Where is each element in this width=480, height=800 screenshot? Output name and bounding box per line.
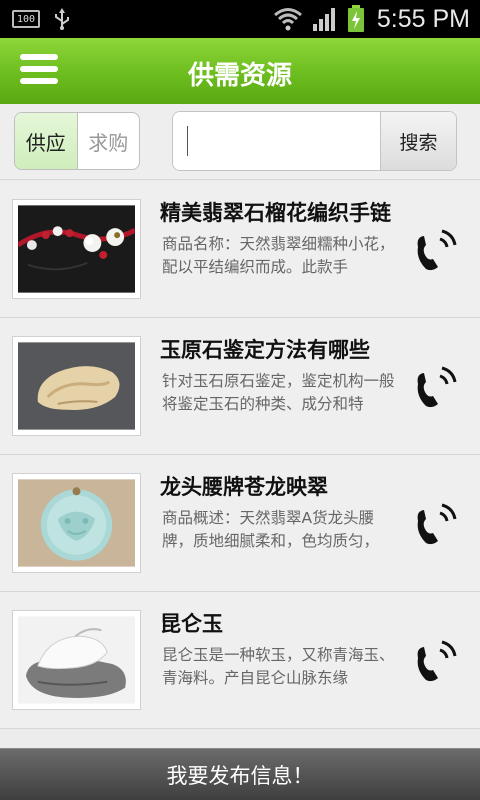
battery-charging-icon xyxy=(347,5,364,32)
phone-call-icon[interactable] xyxy=(410,499,462,547)
search-button[interactable]: 搜索 xyxy=(380,112,456,170)
item-thumbnail xyxy=(12,199,141,299)
phone-call-icon[interactable] xyxy=(410,636,462,684)
publish-info-button[interactable]: 我要发布信息！ xyxy=(0,748,480,800)
item-description: 商品名称：天然翡翠细糯种小花，配以平结编织而成。此款手 xyxy=(162,235,395,276)
list-item[interactable]: 龙头腰牌苍龙映翠 商品概述：天然翡翠A货龙头腰牌，质地细腻柔和，色均质匀， xyxy=(0,455,480,592)
item-title: 昆仑玉 xyxy=(160,612,223,636)
status-bar: 100 5:55 PM xyxy=(0,0,480,38)
jade-pendant-image xyxy=(18,479,135,567)
filter-row: 供应 求购 搜索 xyxy=(0,104,480,180)
search-input[interactable] xyxy=(173,112,381,170)
clock-time: 5:55 PM xyxy=(376,4,470,33)
tab-supply[interactable]: 供应 xyxy=(15,113,78,169)
kunlun-jade-image xyxy=(18,616,135,704)
item-thumbnail xyxy=(12,610,141,710)
app-header: 供需资源 xyxy=(0,38,480,104)
publish-info-label: 我要发布信息！ xyxy=(166,763,314,788)
wifi-icon xyxy=(273,8,302,31)
item-description: 昆仑玉是一种软玉，又称青海玉、青海料。产自昆仑山脉东缘 xyxy=(162,646,395,687)
resource-list: 精美翡翠石榴花编织手链 商品名称：天然翡翠细糯种小花，配以平结编织而成。此款手 … xyxy=(0,181,480,729)
list-item[interactable]: 玉原石鉴定方法有哪些 针对玉石原石鉴定，鉴定机构一般将鉴定玉石的种类、成分和特 xyxy=(0,318,480,455)
jade-stone-image xyxy=(18,342,135,430)
signal-icon xyxy=(312,8,335,31)
page-title: 供需资源 xyxy=(187,61,292,91)
tab-demand[interactable]: 求购 xyxy=(78,113,140,169)
supply-demand-toggle: 供应 求购 xyxy=(14,112,140,170)
list-item[interactable]: 精美翡翠石榴花编织手链 商品名称：天然翡翠细糯种小花，配以平结编织而成。此款手 xyxy=(0,181,480,318)
status-bar-right: 5:55 PM xyxy=(273,2,470,36)
search-box: 搜索 xyxy=(172,111,457,171)
item-thumbnail xyxy=(12,473,141,573)
usb-icon xyxy=(55,8,69,30)
list-item[interactable]: 昆仑玉 昆仑玉是一种软玉，又称青海玉、青海料。产自昆仑山脉东缘 xyxy=(0,592,480,729)
phone-call-icon[interactable] xyxy=(410,225,462,273)
item-description: 商品概述：天然翡翠A货龙头腰牌，质地细腻柔和，色均质匀， xyxy=(162,509,380,550)
text-cursor xyxy=(187,126,188,156)
status-bar-left: 100 xyxy=(12,8,72,30)
item-title: 龙头腰牌苍龙映翠 xyxy=(160,475,328,499)
phone-call-icon[interactable] xyxy=(410,362,462,410)
item-description: 针对玉石原石鉴定，鉴定机构一般将鉴定玉石的种类、成分和特 xyxy=(162,372,395,413)
item-title: 玉原石鉴定方法有哪些 xyxy=(160,338,370,362)
item-title: 精美翡翠石榴花编织手链 xyxy=(160,201,391,225)
item-thumbnail xyxy=(12,336,141,436)
bracelet-image xyxy=(16,205,137,293)
battery-percent-icon: 100 xyxy=(12,10,40,28)
